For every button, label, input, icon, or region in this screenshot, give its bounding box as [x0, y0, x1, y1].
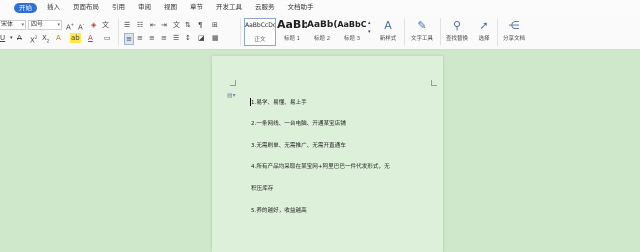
- line-spacing-icon[interactable]: ↕: [185, 33, 191, 43]
- style-heading-1[interactable]: AaBb 标题 1: [277, 18, 307, 46]
- style-heading-2[interactable]: AaBb( 标题 2: [307, 18, 337, 46]
- shrink-font-icon[interactable]: A-: [78, 20, 84, 32]
- wrench-icon: ✎: [417, 19, 427, 32]
- distribute-icon[interactable]: ☰: [173, 33, 179, 43]
- divider: [440, 18, 441, 46]
- document-line-1: 1.易学、易懂、易上手: [251, 100, 307, 106]
- sort-icon[interactable]: ⇅: [185, 20, 191, 30]
- cursor-icon: ➚: [479, 19, 489, 32]
- paragraph-settings-icon[interactable]: ⊞: [212, 20, 218, 30]
- text-tools-button[interactable]: ✎ 文字工具: [406, 18, 438, 46]
- menu-tab-references[interactable]: 引用: [112, 0, 125, 15]
- menu-tab-cloud[interactable]: 云服务: [255, 0, 275, 15]
- divider: [118, 18, 119, 46]
- divider: [404, 18, 405, 46]
- superscript-icon[interactable]: X2: [30, 33, 37, 45]
- chinese-layout-icon[interactable]: 文: [173, 20, 180, 30]
- menu-tab-page-layout[interactable]: 页面布局: [73, 0, 99, 15]
- search-icon: ⚲: [452, 19, 462, 32]
- font-size-select[interactable]: 四号 ▾: [28, 20, 62, 30]
- style-normal[interactable]: AaBbCcDd 正文: [244, 18, 276, 46]
- ribbon-toolbar: 宋体 ▾ 四号 ▾ A+ A- ◈ 文 U ▾ A X2 X2 A ab A ▭ ☰…: [0, 15, 640, 50]
- style-heading-3-preview: AaBbC: [337, 20, 367, 29]
- paragraph-menu-icon[interactable]: ▤▾: [227, 92, 236, 99]
- style-heading-2-label: 标题 2: [313, 36, 331, 42]
- text-tools-label: 文字工具: [410, 36, 433, 42]
- menu-tab-view[interactable]: 视图: [164, 0, 177, 15]
- document-page[interactable]: ▤▾ 1.易学、易懂、易上手 2.一条网线、一台电脑、开通某宝店铺 3.无需刷单…: [212, 56, 443, 252]
- font-name-value: 宋体: [1, 21, 14, 28]
- select-button[interactable]: ➚ 选择: [473, 18, 495, 46]
- style-heading-1-label: 标题 1: [283, 36, 301, 42]
- new-style-label: 新样式: [379, 36, 397, 42]
- font-name-select[interactable]: 宋体 ▾: [0, 20, 26, 30]
- divider: [497, 18, 498, 46]
- shading-icon[interactable]: ◪: [198, 33, 205, 43]
- font-size-value: 四号: [31, 21, 44, 28]
- chevron-down-icon[interactable]: ▾: [10, 33, 13, 43]
- highlight-icon[interactable]: ab: [70, 33, 81, 43]
- indent-icon[interactable]: ⇥: [161, 20, 167, 30]
- underline-icon[interactable]: U: [0, 33, 5, 43]
- new-style-button[interactable]: A 新样式: [376, 18, 400, 46]
- crop-mark-top-right: [431, 80, 437, 86]
- menu-tab-doc-assistant[interactable]: 文档助手: [288, 0, 314, 15]
- menu-tab-start[interactable]: 开始: [14, 2, 37, 13]
- menu-bar: 开始 插入 页面布局 引用 审阅 视图 章节 开发工具 云服务 文档助手: [0, 0, 640, 15]
- style-normal-preview: AaBbCcDd: [245, 22, 275, 29]
- text-effect-icon[interactable]: A: [56, 33, 61, 43]
- strikethrough-icon[interactable]: A: [17, 33, 22, 43]
- style-heading-1-preview: AaBb: [277, 18, 307, 31]
- align-right-icon[interactable]: ≡: [149, 33, 155, 43]
- grow-font-icon[interactable]: A+: [66, 20, 74, 32]
- font-color-icon[interactable]: A: [88, 33, 93, 43]
- menu-tab-developer[interactable]: 开发工具: [216, 0, 242, 15]
- subscript-icon[interactable]: X2: [42, 33, 49, 46]
- share-doc-button[interactable]: ⋲ 分享文档: [499, 18, 529, 46]
- document-line-2: 2.一条网线、一台电脑、开通某宝店铺: [251, 121, 346, 127]
- menu-tab-review[interactable]: 审阅: [138, 0, 151, 15]
- char-border-icon[interactable]: ▭: [104, 33, 111, 43]
- align-center-icon[interactable]: ≡: [137, 33, 143, 43]
- share-icon: ⋲: [508, 19, 520, 32]
- gallery-scroll-up-icon[interactable]: ▴: [368, 19, 371, 27]
- menu-tab-section[interactable]: 章节: [190, 0, 203, 15]
- select-label: 选择: [478, 36, 490, 42]
- chevron-down-icon: ▾: [57, 22, 60, 28]
- find-replace-button[interactable]: ⚲ 查找替换: [442, 18, 472, 46]
- align-left-icon[interactable]: ≡: [124, 33, 134, 45]
- gallery-scroll-down-icon[interactable]: ▾: [368, 28, 371, 36]
- pinyin-icon[interactable]: 文: [102, 20, 109, 30]
- share-doc-label: 分享文档: [502, 36, 525, 42]
- menu-tab-insert[interactable]: 插入: [47, 0, 60, 15]
- justify-icon[interactable]: ≡: [161, 33, 167, 43]
- show-marks-icon[interactable]: ¶: [198, 20, 202, 30]
- style-heading-3-label: 标题 3: [343, 36, 361, 42]
- new-style-icon: A: [384, 19, 392, 32]
- outdent-icon[interactable]: ⇤: [150, 20, 156, 30]
- divider: [240, 18, 241, 46]
- style-heading-2-preview: AaBb(: [307, 20, 337, 30]
- clear-format-icon[interactable]: ◈: [91, 20, 96, 30]
- style-heading-3[interactable]: AaBbC 标题 3: [337, 18, 367, 46]
- chevron-down-icon: ▾: [21, 22, 24, 28]
- document-line-6: 5.养的越好，收益越高: [251, 208, 307, 214]
- numbered-list-icon[interactable]: ☷: [137, 20, 143, 30]
- crop-mark-top-left: [230, 80, 236, 86]
- find-replace-label: 查找替换: [445, 36, 468, 42]
- style-normal-label: 正文: [254, 37, 266, 43]
- document-line-5: 积压库存: [251, 186, 274, 192]
- bullet-list-icon[interactable]: ☰: [124, 20, 130, 30]
- document-line-3: 3.无需刷单、无需推广、无需开直通车: [251, 143, 346, 149]
- borders-icon[interactable]: ▦: [212, 33, 219, 43]
- document-line-4: 4.所有产品均采取在某宝网+阿里巴巴一件代发形式，无: [251, 164, 390, 170]
